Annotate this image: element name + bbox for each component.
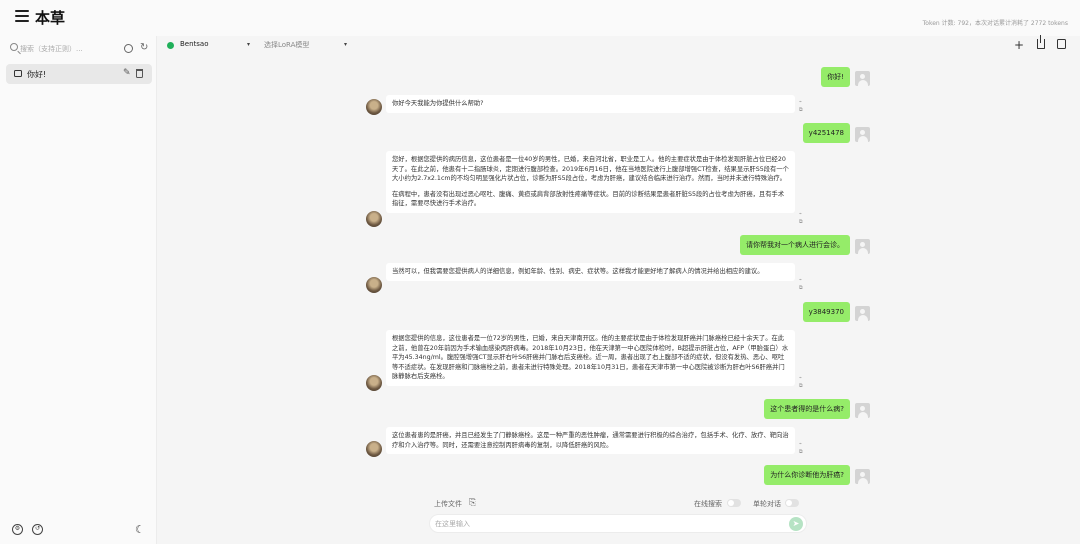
user-avatar [855,71,870,86]
message-tools[interactable]: ⌁ ⧉ [799,276,803,292]
user-avatar [855,306,870,321]
message-paragraph: 根据您提供的信息，这位患者是一位72岁的男性，已婚，来自天津南开区。他的主要症状… [392,335,789,381]
chat-input-box: ➤ [429,514,807,533]
message-tools[interactable]: ⌁ ⧉ [799,210,803,226]
model-select[interactable]: Bentsao [180,40,209,48]
sidebar: ↻ 你好! ✎ ⚙ ↺ ☾ [0,36,157,544]
sidebar-chat-item[interactable]: 你好! ✎ [6,64,152,84]
search-input[interactable] [20,41,120,57]
assistant-avatar [366,211,382,227]
export-icon[interactable] [1057,39,1066,49]
message-tools[interactable]: ⌁ ⧉ [799,98,803,114]
assistant-avatar [366,441,382,457]
send-button[interactable]: ➤ [789,517,803,531]
trash-icon[interactable] [136,69,143,78]
assistant-message: 这位患者患的是肝癌，并且已经发生了门静脉癌栓。这是一种严重的恶性肿瘤，通常需要进… [386,427,795,455]
share-icon[interactable] [1037,35,1045,49]
new-chat-icon[interactable] [124,44,133,53]
chat-bubble-icon [14,70,22,77]
assistant-avatar [366,277,382,293]
assistant-message: 当然可以，但我需要您提供病人的详细信息，例如年龄、性别、病史、症状等。这样我才能… [386,263,795,281]
user-avatar [855,403,870,418]
user-message: 你好! [821,67,850,87]
chat-item-label: 你好! [27,70,47,79]
assistant-avatar [366,375,382,391]
user-message: y3849370 [802,302,850,322]
settings-icon[interactable]: ⚙ [12,524,23,535]
online-search-label: 在线搜索 [694,500,722,508]
message-paragraph: 你好今天我能为你提供什么帮助? [392,100,484,107]
message-tools[interactable]: ⌁ ⧉ [799,374,803,390]
paperclip-icon[interactable]: ⎘ [469,498,476,508]
upload-file-button[interactable]: 上传文件 [434,499,462,509]
chat-header: Bentsao ▾ 选择LoRA模型 ▾ + [157,35,1080,56]
chevron-down-icon[interactable]: ▾ [344,41,347,48]
chat-input[interactable] [435,517,775,531]
top-bar: 本草 Token 计数: 792，本次对话累计消耗了 2772 tokens [0,0,1080,36]
user-message: 请你帮我对一个病人进行会诊。 [740,235,850,255]
user-message: 为什么你诊断他为肝癌? [764,465,850,485]
assistant-message: 根据您提供的信息，这位患者是一位72岁的男性，已婚，来自天津南开区。他的主要症状… [386,330,795,386]
message-paragraph: 在病程中，患者没有出现过恶心呕吐、腹痛、黄疸或肩背部放射性疼痛等症状。目前的诊断… [392,190,785,208]
status-dot [167,42,174,49]
assistant-message: 您好，根据您提供的病历信息，这位患者是一位40岁的男性，已婚，来自河北省，职业是… [386,151,795,213]
input-toolbar: 上传文件 ⎘ 在线搜索 单轮对话 [430,498,802,510]
menu-icon[interactable] [15,10,29,22]
token-counter: Token 计数: 792，本次对话累计消耗了 2772 tokens [922,20,1068,27]
user-avatar [855,469,870,484]
message-paragraph: 这位患者患的是肝癌，并且已经发生了门静脉癌栓。这是一种严重的恶性肿瘤，通常需要进… [392,432,789,449]
search-icon [10,43,18,51]
single-turn-toggle[interactable] [785,499,799,507]
user-message: 这个患者得的是什么病? [764,399,850,419]
dark-mode-icon[interactable]: ☾ [135,524,145,535]
chevron-down-icon[interactable]: ▾ [247,41,250,48]
search-row: ↻ [6,39,151,59]
user-avatar [855,239,870,254]
refresh-icon[interactable]: ↻ [140,43,148,53]
assistant-message: 你好今天我能为你提供什么帮助? [386,95,795,113]
single-turn-label: 单轮对话 [753,500,781,508]
message-tools[interactable]: ⌁ ⧉ [799,440,803,456]
history-icon[interactable]: ↺ [32,524,43,535]
app-title: 本草 [35,9,66,27]
assistant-avatar [366,99,382,115]
edit-icon[interactable]: ✎ [123,68,131,78]
user-message: y4251478 [802,123,850,143]
plus-icon[interactable]: + [1014,38,1024,52]
online-search-toggle[interactable] [727,499,741,507]
message-paragraph: 您好，根据您提供的病历信息，这位患者是一位40岁的男性，已婚，来自河北省，职业是… [392,156,789,183]
message-paragraph: 当然可以，但我需要您提供病人的详细信息，例如年龄、性别、病史、症状等。这样我才能… [392,268,764,275]
lora-select[interactable]: 选择LoRA模型 [264,40,309,50]
user-avatar [855,127,870,142]
